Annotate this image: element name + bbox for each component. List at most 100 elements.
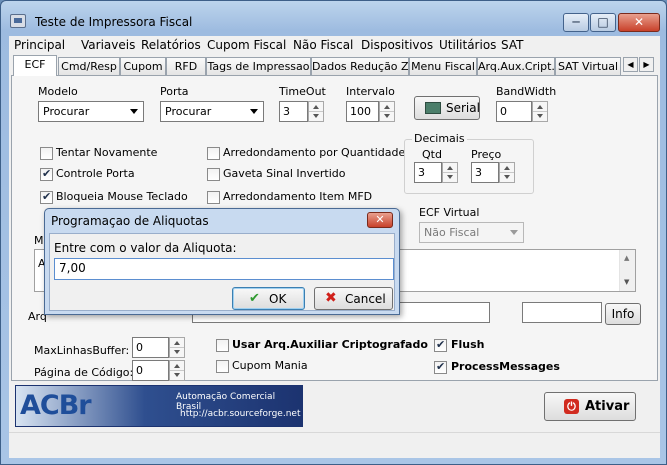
timeout-label: TimeOut bbox=[279, 85, 326, 98]
process-messages-checkbox[interactable] bbox=[434, 360, 447, 374]
aliquota-dialog: Programaçao de Aliquotas ✕ Entre com o v… bbox=[44, 208, 400, 315]
timeout-spinner[interactable] bbox=[308, 101, 324, 122]
tab-cupom[interactable]: Cupom bbox=[120, 57, 166, 75]
cancel-button-label: Cancel bbox=[345, 292, 386, 306]
banner-url[interactable]: http://acbr.sourceforge.net bbox=[180, 409, 300, 419]
arredondamento-quantidade-label: Arredondamento por Quantidade bbox=[223, 146, 406, 159]
printer-app-icon bbox=[10, 14, 26, 28]
serial-button-label: Serial bbox=[446, 101, 480, 115]
preco-label: Preço bbox=[471, 148, 502, 161]
preco-input[interactable]: 3 bbox=[471, 162, 499, 183]
modelo-select[interactable]: Procurar bbox=[38, 101, 144, 122]
cross-icon: ✖ bbox=[325, 290, 337, 306]
ok-button-label: OK bbox=[269, 292, 287, 306]
chevron-down-icon bbox=[130, 109, 138, 114]
tab-scroll-right-icon[interactable]: ▶ bbox=[639, 57, 654, 72]
bloqueia-mouse-checkbox[interactable] bbox=[40, 190, 53, 204]
cupom-mania-label: Cupom Mania bbox=[232, 359, 308, 372]
chevron-down-icon bbox=[250, 109, 258, 114]
memo-scrollbar[interactable]: ▲ ▼ bbox=[619, 250, 635, 291]
tab-arq-aux-cript[interactable]: Arq.Aux.Cript. bbox=[477, 57, 555, 75]
intervalo-spinner[interactable] bbox=[379, 101, 395, 122]
scroll-up-icon[interactable]: ▲ bbox=[624, 254, 629, 262]
title-bar[interactable]: Teste de Impressora Fiscal ─ □ ✕ bbox=[1, 1, 666, 35]
tab-dados-reducao-z[interactable]: Dados Redução Z bbox=[311, 57, 409, 75]
intervalo-label: Intervalo bbox=[346, 85, 395, 98]
aliquota-input[interactable]: 7,00 bbox=[54, 258, 394, 280]
minimize-button[interactable]: ─ bbox=[563, 13, 589, 32]
menu-dispositivos[interactable]: Dispositivos bbox=[361, 38, 433, 52]
power-icon: ⏻ bbox=[564, 399, 579, 414]
acbr-banner[interactable]: ACBr Automação Comercial Brasil http://a… bbox=[15, 385, 303, 427]
porta-value: Procurar bbox=[165, 105, 212, 118]
menu-principal[interactable]: Principal bbox=[14, 38, 65, 52]
ativar-button-label: Ativar bbox=[585, 399, 630, 414]
bandwidth-spinner[interactable] bbox=[532, 101, 548, 122]
ok-button[interactable]: ✔ OK bbox=[232, 287, 305, 310]
preco-spinner[interactable] bbox=[499, 162, 515, 183]
cancel-button[interactable]: ✖ Cancel bbox=[314, 287, 393, 310]
tab-ecf[interactable]: ECF bbox=[13, 55, 57, 76]
acbr-logo: ACBr bbox=[20, 390, 92, 421]
menu-utilitarios[interactable]: Utilitários bbox=[439, 38, 496, 52]
flush-checkbox[interactable] bbox=[434, 338, 447, 352]
menu-sat[interactable]: SAT bbox=[501, 38, 523, 52]
window-title: Teste de Impressora Fiscal bbox=[35, 15, 193, 29]
menu-relatorios[interactable]: Relatórios bbox=[141, 38, 201, 52]
info-input[interactable] bbox=[522, 302, 602, 323]
menu-bar: Principal Variaveis Relatórios Cupom Fis… bbox=[9, 36, 660, 54]
bandwidth-input[interactable]: 0 bbox=[496, 101, 532, 122]
porta-select[interactable]: Procurar bbox=[160, 101, 264, 122]
menu-cupom-fiscal[interactable]: Cupom Fiscal bbox=[207, 38, 286, 52]
serial-button[interactable]: Serial bbox=[414, 96, 480, 120]
maxlinhas-spinner[interactable] bbox=[169, 337, 185, 358]
qtd-spinner[interactable] bbox=[442, 162, 458, 183]
menu-nao-fiscal[interactable]: Não Fiscal bbox=[293, 38, 353, 52]
tab-tags-impressao[interactable]: Tags de Impressao bbox=[206, 57, 311, 75]
arredondamento-item-checkbox[interactable] bbox=[207, 191, 220, 204]
qtd-label: Qtd bbox=[422, 148, 442, 161]
bloqueia-mouse-label: Bloqueia Mouse Teclado bbox=[56, 190, 188, 203]
ativar-button[interactable]: ⏻ Ativar bbox=[544, 392, 636, 421]
tab-scroll-left-icon[interactable]: ◀ bbox=[623, 57, 638, 72]
timeout-input[interactable]: 3 bbox=[279, 101, 308, 122]
intervalo-input[interactable]: 100 bbox=[346, 101, 379, 122]
dialog-close-button[interactable]: ✕ bbox=[367, 212, 393, 228]
tentar-novamente-label: Tentar Novamente bbox=[56, 146, 158, 159]
info-button[interactable]: Info bbox=[605, 303, 641, 325]
pagina-codigo-input[interactable]: 0 bbox=[132, 360, 169, 381]
arredondamento-quantidade-checkbox[interactable] bbox=[207, 147, 220, 160]
tab-sat-virtual[interactable]: SAT Virtual bbox=[555, 57, 621, 75]
scroll-down-icon[interactable]: ▼ bbox=[624, 278, 629, 286]
gaveta-sinal-checkbox[interactable] bbox=[207, 168, 220, 181]
chevron-down-icon bbox=[510, 230, 518, 235]
controle-porta-label: Controle Porta bbox=[56, 167, 135, 180]
porta-label: Porta bbox=[160, 85, 189, 98]
decimais-label: Decimais bbox=[412, 132, 467, 145]
menu-variaveis[interactable]: Variaveis bbox=[81, 38, 135, 52]
maximize-button[interactable]: □ bbox=[590, 13, 616, 32]
arredondamento-item-label: Arredondamento Item MFD bbox=[223, 190, 373, 203]
close-button[interactable]: ✕ bbox=[618, 13, 660, 32]
pagina-codigo-spinner[interactable] bbox=[169, 360, 185, 381]
tab-cmd-resp[interactable]: Cmd/Resp bbox=[58, 57, 120, 75]
tentar-novamente-checkbox[interactable] bbox=[40, 147, 53, 160]
usar-arq-auxiliar-label: Usar Arq.Auxiliar Criptografado bbox=[232, 338, 428, 351]
bandwidth-label: BandWidth bbox=[496, 85, 557, 98]
tab-menu-fiscal[interactable]: Menu Fiscal bbox=[409, 57, 477, 75]
modelo-value: Procurar bbox=[43, 105, 90, 118]
qtd-input[interactable]: 3 bbox=[414, 162, 442, 183]
dialog-prompt: Entre com o valor da Aliquota: bbox=[54, 241, 237, 255]
maxlinhas-label: MaxLinhasBuffer: bbox=[34, 344, 130, 357]
cupom-mania-checkbox[interactable] bbox=[216, 360, 229, 373]
ecf-virtual-value: Não Fiscal bbox=[424, 226, 480, 239]
check-icon: ✔ bbox=[249, 291, 260, 306]
tab-rfd[interactable]: RFD bbox=[166, 57, 206, 75]
usar-arq-auxiliar-checkbox[interactable] bbox=[216, 339, 229, 352]
controle-porta-checkbox[interactable] bbox=[40, 167, 53, 181]
dialog-title: Programaçao de Aliquotas bbox=[51, 214, 209, 228]
dialog-body: Entre com o valor da Aliquota: 7,00 ✔ OK… bbox=[49, 233, 395, 311]
maxlinhas-input[interactable]: 0 bbox=[132, 337, 169, 358]
ecf-virtual-select[interactable]: Não Fiscal bbox=[419, 222, 524, 243]
modelo-label: Modelo bbox=[38, 85, 78, 98]
